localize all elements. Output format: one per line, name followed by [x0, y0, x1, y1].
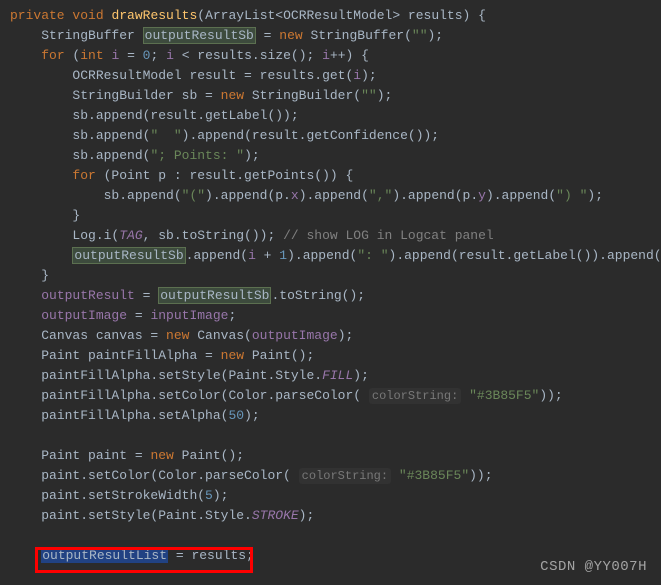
code-line: paintFillAlpha.setColor(Color.parseColor… — [10, 386, 661, 406]
code-line: OCRResultModel result = results.get(i); — [10, 66, 661, 86]
watermark-text: CSDN @YY007H — [540, 557, 647, 577]
param-hint: colorString: — [299, 468, 391, 484]
code-line: } — [10, 266, 661, 286]
code-line: Canvas canvas = new Canvas(outputImage); — [10, 326, 661, 346]
code-line: StringBuilder sb = new StringBuilder("")… — [10, 86, 661, 106]
code-editor[interactable]: private void drawResults(ArrayList<OCRRe… — [10, 6, 661, 566]
code-line: paint.setStyle(Paint.Style.STROKE); — [10, 506, 661, 526]
code-line: sb.append(" ").append(result.getConfiden… — [10, 126, 661, 146]
code-line: Paint paint = new Paint(); — [10, 446, 661, 466]
code-line: StringBuffer outputResultSb = new String… — [10, 26, 661, 46]
code-line: } — [10, 206, 661, 226]
param-hint: colorString: — [369, 388, 461, 404]
code-line: paint.setStrokeWidth(5); — [10, 486, 661, 506]
code-line: Paint paintFillAlpha = new Paint(); — [10, 346, 661, 366]
code-line: paint.setColor(Color.parseColor( colorSt… — [10, 466, 661, 486]
code-line: sb.append(result.getLabel()); — [10, 106, 661, 126]
code-line: paintFillAlpha.setStyle(Paint.Style.FILL… — [10, 366, 661, 386]
code-line: outputImage = inputImage; — [10, 306, 661, 326]
code-line: for (int i = 0; i < results.size(); i++)… — [10, 46, 661, 66]
code-line: private void drawResults(ArrayList<OCRRe… — [10, 6, 661, 26]
code-line: sb.append("(").append(p.x).append(",").a… — [10, 186, 661, 206]
code-line: for (Point p : result.getPoints()) { — [10, 166, 661, 186]
code-line — [10, 526, 661, 546]
code-line: Log.i(TAG, sb.toString()); // show LOG i… — [10, 226, 661, 246]
code-line: outputResultSb.append(i + 1).append(": "… — [10, 246, 661, 266]
code-line: outputResult = outputResultSb.toString()… — [10, 286, 661, 306]
code-line: sb.append("; Points: "); — [10, 146, 661, 166]
code-line: paintFillAlpha.setAlpha(50); — [10, 406, 661, 426]
code-line — [10, 426, 661, 446]
